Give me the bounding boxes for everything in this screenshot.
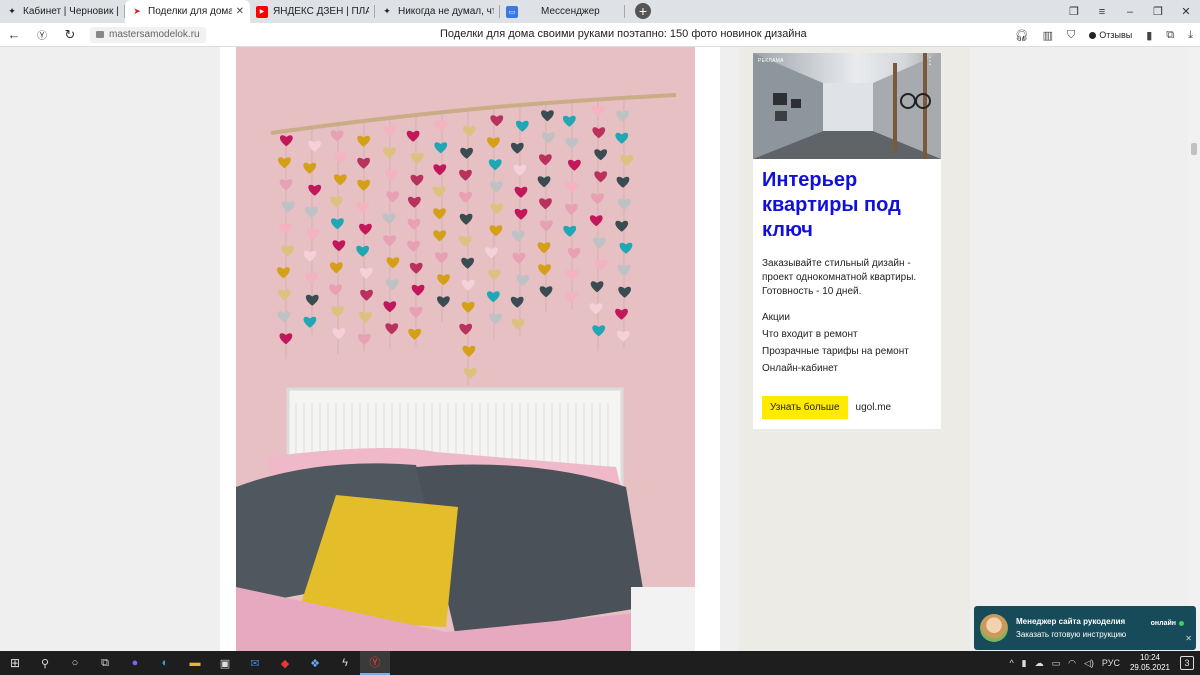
yandex-logo-icon[interactable]: Ⓨ [28,27,56,42]
learn-more-button[interactable]: Узнать больше [762,396,848,419]
protect-icon[interactable]: ⛉ [1067,29,1075,42]
microphone-icon[interactable]: ▮ [1022,658,1027,669]
sparkle-icon: ✦ [8,6,16,16]
menu-icon[interactable]: ≡ [1088,6,1116,18]
tab-label: Поделки для дома сво [148,6,232,17]
search-icon[interactable]: ⚲ [30,651,60,675]
extensions-icon[interactable]: ⧉ [1166,29,1174,42]
more-options-icon[interactable]: ⋮ [925,56,935,67]
clock-date: 29.05.2021 [1129,663,1170,672]
window-controls: ❐ ≡ – ❐ ✕ [1060,0,1200,23]
web-page: РЕКЛАМА ⋮ Интерьер квартиры под ключ Зак… [0,47,1200,651]
back-arrow-icon[interactable]: ← [0,27,28,42]
tab-label: ЯНДЕКС ДЗЕН | ПЛАН ПУ [273,6,369,17]
heart-garland-photo [236,47,695,651]
language-indicator[interactable]: РУС [1102,658,1120,668]
battery-icon[interactable]: ▭ [1052,658,1061,669]
ad-links: Акции Что входит в ремонт Прозрачные тар… [762,309,932,377]
tab-label: Кабинет | Черновик | Янд [23,6,119,17]
sparkle-icon: ✦ [383,6,391,16]
collections-icon[interactable]: ❐ [1060,5,1088,18]
ad-description: Заказывайте стильный дизайн - проект одн… [762,258,917,297]
system-tray: ^ ▮ ☁ ▭ ◠ ◁) РУС 10:24 29.05.2021 3 [1005,651,1200,675]
close-tab-icon[interactable]: ✕ [236,6,244,17]
youtube-icon: ▶ [256,5,268,18]
clock-time: 10:24 [1139,653,1160,662]
online-dot-icon [1179,621,1184,626]
manager-avatar [980,614,1008,642]
chevron-up-icon[interactable]: ^ [1009,658,1013,668]
close-chat-icon[interactable]: ✕ [1185,634,1192,643]
url-field[interactable]: mastersamodelok.ru [90,26,206,43]
tab-label: Никогда не думал, что мо [398,6,494,17]
cloud-icon[interactable]: ☁ [1035,658,1044,669]
store-icon[interactable]: ▣ [210,651,240,675]
online-status-label: онлайн [1150,620,1176,627]
ad-link-whats-included[interactable]: Что входит в ремонт [762,326,932,343]
tab-label: Мессенджер [541,6,600,17]
ad-card[interactable]: РЕКЛАМА ⋮ Интерьер квартиры под ключ Зак… [753,53,941,429]
lock-icon [96,31,104,38]
wifi-icon[interactable]: ◠ [1068,658,1076,669]
messenger-icon: ▭ [506,5,518,18]
chat-subtitle: Заказать готовую инструкцию [1016,630,1127,639]
windows-start-icon[interactable]: ⊞ [0,651,30,675]
scrollbar-thumb[interactable] [1191,143,1197,155]
ad-link-online-cabinet[interactable]: Онлайн-кабинет [762,360,932,377]
edge-icon[interactable]: ◐ [150,651,180,675]
close-window-button[interactable]: ✕ [1172,5,1200,18]
chat-widget[interactable]: Менеджер сайта рукоделия Заказать готову… [974,606,1196,650]
alice-icon[interactable]: ● [120,651,150,675]
ad-title[interactable]: Интерьер квартиры под ключ [762,168,932,243]
page-scrollbar[interactable] [1188,47,1200,651]
lightning-app-icon[interactable]: ϟ [330,651,360,675]
reviews-button[interactable]: Отзывы [1089,30,1132,40]
room-interior-image [753,53,941,159]
ad-link-tariffs[interactable]: Прозрачные тарифы на ремонт [762,343,932,360]
dropbox-icon[interactable]: ❖ [300,651,330,675]
tab-never-thought[interactable]: ✦ Никогда не думал, что мо [375,0,500,23]
ad-badge: РЕКЛАМА [758,58,784,64]
reader-mode-icon[interactable]: ▥ [1043,29,1053,42]
chat-bubble-icon [1089,31,1097,39]
url-text: mastersamodelok.ru [109,29,200,40]
ad-image[interactable]: РЕКЛАМА ⋮ [753,53,941,159]
cortana-icon[interactable]: ○ [60,651,90,675]
tab-bar: ✦ Кабинет | Черновик | Янд ➤ Поделки для… [0,0,1200,23]
tab-cabinet[interactable]: ✦ Кабинет | Черновик | Янд [0,0,125,23]
windows-taskbar: ⊞ ⚲ ○ ⧉ ● ◐ ▬ ▣ ✉ ◆ ❖ ϟ Ⓨ ^ ▮ ☁ ▭ ◠ ◁) Р… [0,651,1200,675]
clock[interactable]: 10:24 29.05.2021 [1130,653,1170,673]
restore-button[interactable]: ❐ [1144,5,1172,18]
site-arrow-icon: ➤ [133,6,141,16]
volume-icon[interactable]: ◁) [1084,658,1094,669]
tab-yandex-zen[interactable]: ▶ ЯНДЕКС ДЗЕН | ПЛАН ПУ [250,0,375,23]
red-app-icon[interactable]: ◆ [270,651,300,675]
article-photo [236,47,695,651]
page-title: Поделки для дома своими руками поэтапно:… [440,28,807,40]
mail-icon[interactable]: ✉ [240,651,270,675]
notifications-icon[interactable]: 3 [1180,656,1194,670]
download-icon[interactable]: ⤓ [1188,29,1193,42]
yandex-browser-icon[interactable]: Ⓨ [360,651,390,675]
minimize-button[interactable]: – [1116,6,1144,18]
reviews-label: Отзывы [1099,30,1133,40]
tab-podelki[interactable]: ➤ Поделки для дома сво ✕ [125,0,250,23]
address-bar: ← Ⓨ ↻ mastersamodelok.ru Поделки для дом… [0,23,1200,47]
file-explorer-icon[interactable]: ▬ [180,651,210,675]
online-status: онлайн [1151,620,1184,627]
task-view-icon[interactable]: ⧉ [90,651,120,675]
ad-domain[interactable]: ugol.me [856,402,892,413]
bookmark-icon[interactable]: ▮ [1146,29,1152,42]
tab-messenger[interactable]: ▭ Мессенджер [500,0,625,23]
reload-icon[interactable]: ↻ [56,27,84,43]
new-tab-button[interactable]: + [635,3,651,19]
headphones-icon[interactable]: 🎧︎ [1015,29,1029,42]
ad-link-promos[interactable]: Акции [762,309,932,326]
